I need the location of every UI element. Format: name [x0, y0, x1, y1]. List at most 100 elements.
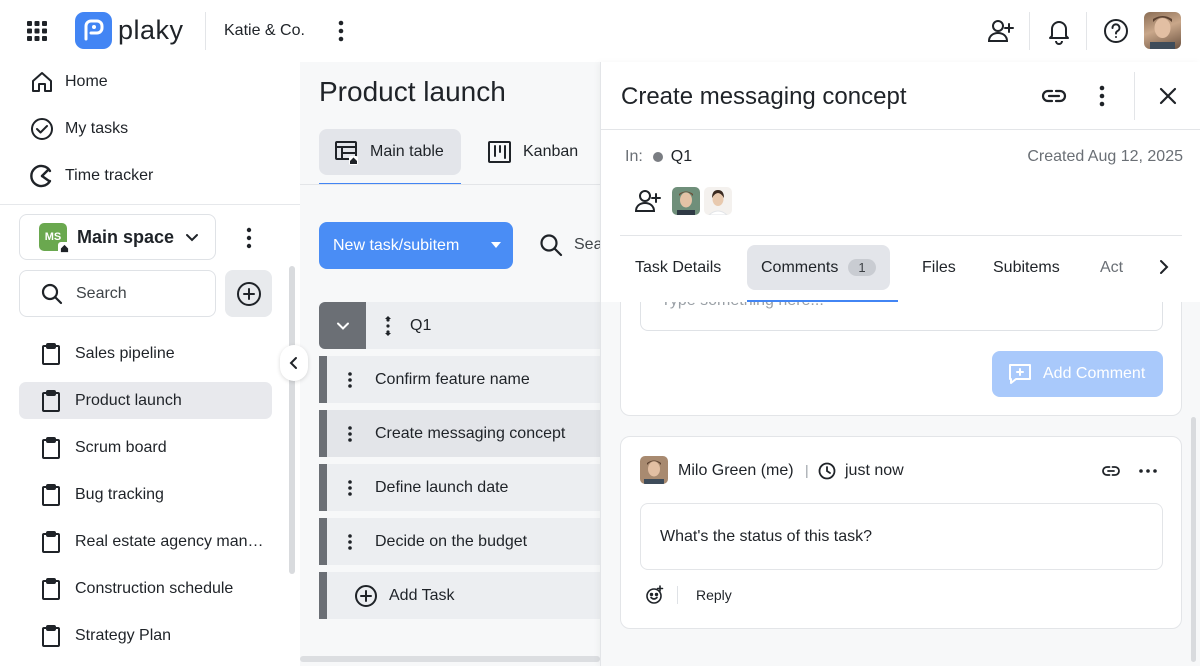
check-circle-icon [30, 117, 54, 141]
clipboard-icon [39, 342, 63, 366]
more-vertical-icon[interactable] [1088, 82, 1116, 110]
new-task-label: New task/subitem [333, 236, 460, 254]
divider [205, 12, 206, 50]
board-item-scrum-board[interactable]: Scrum board [19, 429, 272, 466]
board-label: Bug tracking [75, 485, 164, 503]
task-more-icon[interactable] [345, 370, 355, 390]
tab-comments[interactable]: Comments 1 [747, 245, 890, 290]
group-color-bar [319, 518, 327, 565]
task-row[interactable]: Define launch date [319, 464, 600, 511]
space-name: Main space [77, 226, 175, 247]
task-more-icon[interactable] [345, 532, 355, 552]
nav-home[interactable]: Home [30, 70, 108, 94]
new-task-button[interactable]: New task/subitem [319, 222, 513, 269]
bell-icon[interactable] [1045, 17, 1073, 45]
space-selector[interactable]: MS Main space [19, 214, 216, 260]
divider [1029, 12, 1030, 50]
sidebar: Home My tasks Time tracker MS Main space [0, 62, 300, 666]
board-item-product-launch[interactable]: Product launch [19, 382, 272, 419]
add-comment-label: Add Comment [1043, 365, 1146, 382]
comment-author-avatar [640, 456, 668, 484]
board-horizontal-scrollbar[interactable] [300, 656, 600, 662]
tab-kanban[interactable]: Kanban [487, 129, 578, 175]
tab-main-table[interactable]: Main table [319, 129, 461, 175]
assignee-avatar[interactable] [704, 187, 732, 215]
panel-scrollbar[interactable] [1191, 417, 1196, 662]
task-group-info: In: Q1 [625, 148, 692, 166]
divider [0, 204, 300, 205]
divider [677, 586, 678, 604]
add-task-label: Add Task [389, 586, 455, 604]
home-mini-icon [58, 242, 71, 255]
clipboard-icon [39, 483, 63, 507]
workspace-more-icon[interactable] [330, 18, 352, 44]
tab-activity[interactable]: Act [1100, 245, 1126, 290]
group-name[interactable]: Q1 [671, 148, 692, 166]
sidebar-scrollbar[interactable] [289, 266, 295, 574]
plaky-logo[interactable]: plaky [75, 12, 184, 49]
add-board-button[interactable] [225, 270, 272, 317]
board-search[interactable]: Sea [538, 232, 602, 258]
task-row[interactable]: Create messaging concept [319, 410, 600, 457]
drag-handle-icon[interactable] [382, 315, 394, 336]
more-horizontal-icon[interactable] [1137, 461, 1159, 481]
group-color-bar [319, 464, 327, 511]
logo-mark-icon [75, 12, 112, 49]
board-label: Sales pipeline [75, 344, 175, 362]
user-avatar[interactable] [1144, 12, 1181, 49]
table-icon [334, 139, 360, 165]
close-icon[interactable] [1154, 82, 1182, 110]
invite-user-icon[interactable] [987, 17, 1015, 45]
search-icon [40, 282, 64, 306]
task-more-icon[interactable] [345, 424, 355, 444]
divider [1086, 12, 1087, 50]
clipboard-icon [39, 577, 63, 601]
board-item-real-estate[interactable]: Real estate agency man… [19, 523, 272, 560]
nav-time-tracker[interactable]: Time tracker [30, 164, 153, 188]
chevron-down-icon [336, 322, 349, 330]
tab-files[interactable]: Files [922, 245, 956, 290]
help-icon[interactable] [1102, 17, 1130, 45]
task-more-icon[interactable] [345, 478, 355, 498]
comment-input[interactable]: Type something here... [640, 302, 1163, 331]
emoji-icon[interactable] [644, 585, 664, 605]
nav-my-tasks[interactable]: My tasks [30, 117, 128, 141]
clipboard-icon [39, 436, 63, 460]
board-label: Strategy Plan [75, 626, 172, 644]
board-item-strategy-plan[interactable]: Strategy Plan [19, 617, 272, 654]
group-collapse-toggle[interactable] [319, 302, 366, 349]
add-assignee-icon[interactable] [634, 187, 662, 215]
task-title[interactable]: Create messaging concept [621, 83, 907, 111]
workspace-name[interactable]: Katie & Co. [224, 22, 305, 40]
group-color-bar [319, 356, 327, 403]
assignee-avatar[interactable] [672, 187, 700, 215]
comment-time: just now [845, 462, 904, 479]
chevron-right-icon[interactable] [1154, 257, 1174, 277]
reply-button[interactable]: Reply [696, 587, 732, 603]
add-comment-button[interactable]: Add Comment [992, 351, 1163, 397]
tab-subitems[interactable]: Subitems [993, 245, 1060, 290]
collapse-sidebar-button[interactable] [280, 345, 308, 381]
tab-label: Act [1100, 258, 1124, 276]
board-item-construction-schedule[interactable]: Construction schedule [19, 570, 272, 607]
search-icon [538, 232, 564, 258]
add-task-row[interactable]: Add Task [319, 572, 600, 619]
tab-label: Subitems [993, 258, 1060, 276]
board-item-sales-pipeline[interactable]: Sales pipeline [19, 335, 272, 372]
task-row[interactable]: Confirm feature name [319, 356, 600, 403]
link-icon[interactable] [1040, 82, 1068, 110]
clock-icon [817, 461, 837, 481]
tab-task-details[interactable]: Task Details [635, 245, 721, 290]
group-color-bar [319, 410, 327, 457]
nav-label: My tasks [65, 120, 129, 137]
space-more-icon[interactable] [238, 226, 260, 250]
page-title: Product launch [319, 76, 506, 107]
task-row[interactable]: Decide on the budget [319, 518, 600, 565]
link-icon[interactable] [1101, 461, 1121, 481]
caret-down-icon[interactable] [491, 242, 501, 248]
sidebar-search-input[interactable]: Search [19, 270, 216, 317]
group-header-q1[interactable]: Q1 [319, 302, 600, 349]
board-item-bug-tracking[interactable]: Bug tracking [19, 476, 272, 513]
apps-grid-icon[interactable] [24, 18, 50, 44]
board-label: Construction schedule [75, 579, 234, 597]
